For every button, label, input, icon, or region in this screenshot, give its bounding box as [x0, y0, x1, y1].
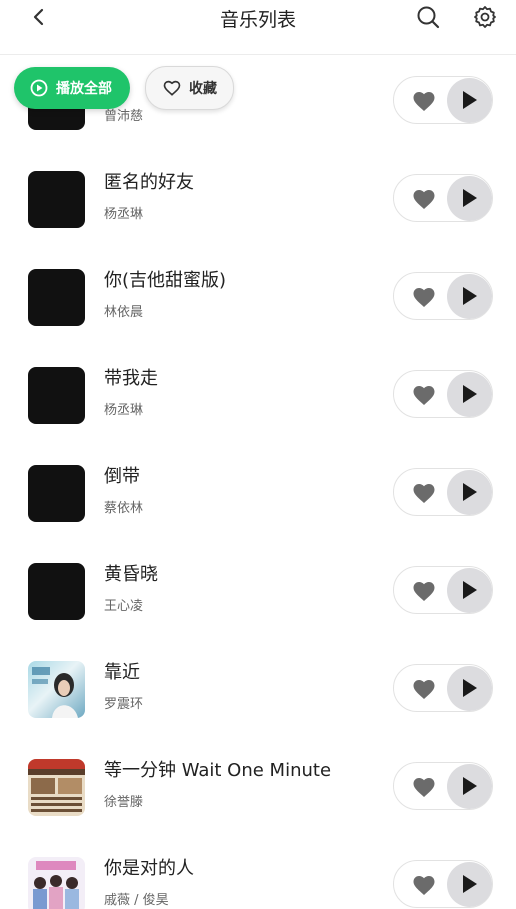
list-item[interactable]: 倒带 蔡依林: [0, 465, 516, 562]
list-item[interactable]: 等一分钟 Wait One Minute 徐誉滕: [0, 759, 516, 856]
play-icon: [463, 483, 477, 501]
favorite-label: 收藏: [189, 81, 217, 97]
song-artist: 杨丞琳: [104, 207, 144, 222]
play-button[interactable]: [447, 862, 492, 907]
album-cover: [28, 367, 85, 424]
song-controls: [393, 174, 493, 222]
song-artist: 王心凌: [104, 599, 144, 614]
song-artist: 戚薇 / 俊昊: [104, 893, 169, 908]
play-icon: [463, 679, 477, 697]
list-item[interactable]: 带我走 杨丞琳: [0, 367, 516, 464]
play-button[interactable]: [447, 666, 492, 711]
song-controls: [393, 370, 493, 418]
action-bar: 播放全部 收藏: [0, 60, 516, 118]
song-controls: [393, 860, 493, 908]
play-button[interactable]: [447, 176, 492, 221]
song-controls: [393, 664, 493, 712]
play-icon: [463, 777, 477, 795]
album-cover: [28, 563, 85, 620]
top-app-bar: 音乐列表: [0, 0, 516, 55]
list-item[interactable]: 匿名的好友 杨丞琳: [0, 171, 516, 268]
play-icon: [463, 875, 477, 893]
play-button[interactable]: [447, 372, 492, 417]
play-icon: [463, 385, 477, 403]
heart-outline-icon: [163, 80, 181, 96]
song-artist: 蔡依林: [104, 501, 144, 516]
song-artist: 徐誉滕: [104, 795, 144, 810]
heart-icon[interactable]: [412, 874, 436, 896]
album-cover: [28, 171, 85, 228]
song-title: 黄昏晓: [104, 564, 158, 585]
album-cover: [28, 465, 85, 522]
play-button[interactable]: [447, 764, 492, 809]
song-controls: [393, 566, 493, 614]
play-all-button[interactable]: 播放全部: [14, 67, 130, 109]
heart-icon[interactable]: [412, 776, 436, 798]
play-button[interactable]: [447, 568, 492, 613]
album-cover: [28, 857, 85, 909]
song-artist: 杨丞琳: [104, 403, 144, 418]
play-button[interactable]: [447, 274, 492, 319]
heart-icon[interactable]: [412, 678, 436, 700]
song-controls: [393, 468, 493, 516]
song-title: 匿名的好友: [104, 172, 194, 193]
list-item[interactable]: 黄昏晓 王心凌: [0, 563, 516, 660]
heart-icon[interactable]: [412, 286, 436, 308]
favorite-button[interactable]: 收藏: [145, 66, 234, 110]
album-cover: [28, 661, 85, 718]
play-all-label: 播放全部: [56, 81, 112, 97]
list-item[interactable]: 你(吉他甜蜜版) 林依晨: [0, 269, 516, 366]
song-title: 靠近: [104, 662, 140, 683]
song-controls: [393, 762, 493, 810]
list-item[interactable]: 靠近 罗震环: [0, 661, 516, 758]
heart-icon[interactable]: [412, 384, 436, 406]
song-controls: [393, 272, 493, 320]
song-title: 带我走: [104, 368, 158, 389]
album-cover: [28, 269, 85, 326]
album-art: [32, 667, 78, 718]
album-cover: [28, 759, 85, 816]
list-item[interactable]: 你是对的人 戚薇 / 俊昊: [0, 857, 516, 909]
album-art: [33, 861, 79, 909]
song-title: 你是对的人: [104, 858, 194, 879]
play-icon: [463, 189, 477, 207]
play-icon: [463, 581, 477, 599]
song-title: 你(吉他甜蜜版): [104, 270, 227, 291]
song-artist: 林依晨: [104, 305, 144, 320]
song-list: 曾沛慈 匿名的好友 杨丞琳 你(吉他甜蜜版) 林依晨 带我走 杨丞琳 倒带 蔡依…: [0, 0, 516, 909]
search-icon[interactable]: [416, 5, 440, 29]
song-title: 等一分钟 Wait One Minute: [104, 760, 332, 781]
song-artist: 罗震环: [104, 697, 144, 712]
play-icon: [463, 287, 477, 305]
gear-icon[interactable]: [473, 5, 497, 29]
play-button[interactable]: [447, 470, 492, 515]
heart-icon[interactable]: [412, 482, 436, 504]
song-title: 倒带: [104, 466, 140, 487]
play-circle-icon: [30, 79, 48, 97]
heart-icon[interactable]: [412, 580, 436, 602]
album-art: [28, 759, 85, 812]
heart-icon[interactable]: [412, 188, 436, 210]
